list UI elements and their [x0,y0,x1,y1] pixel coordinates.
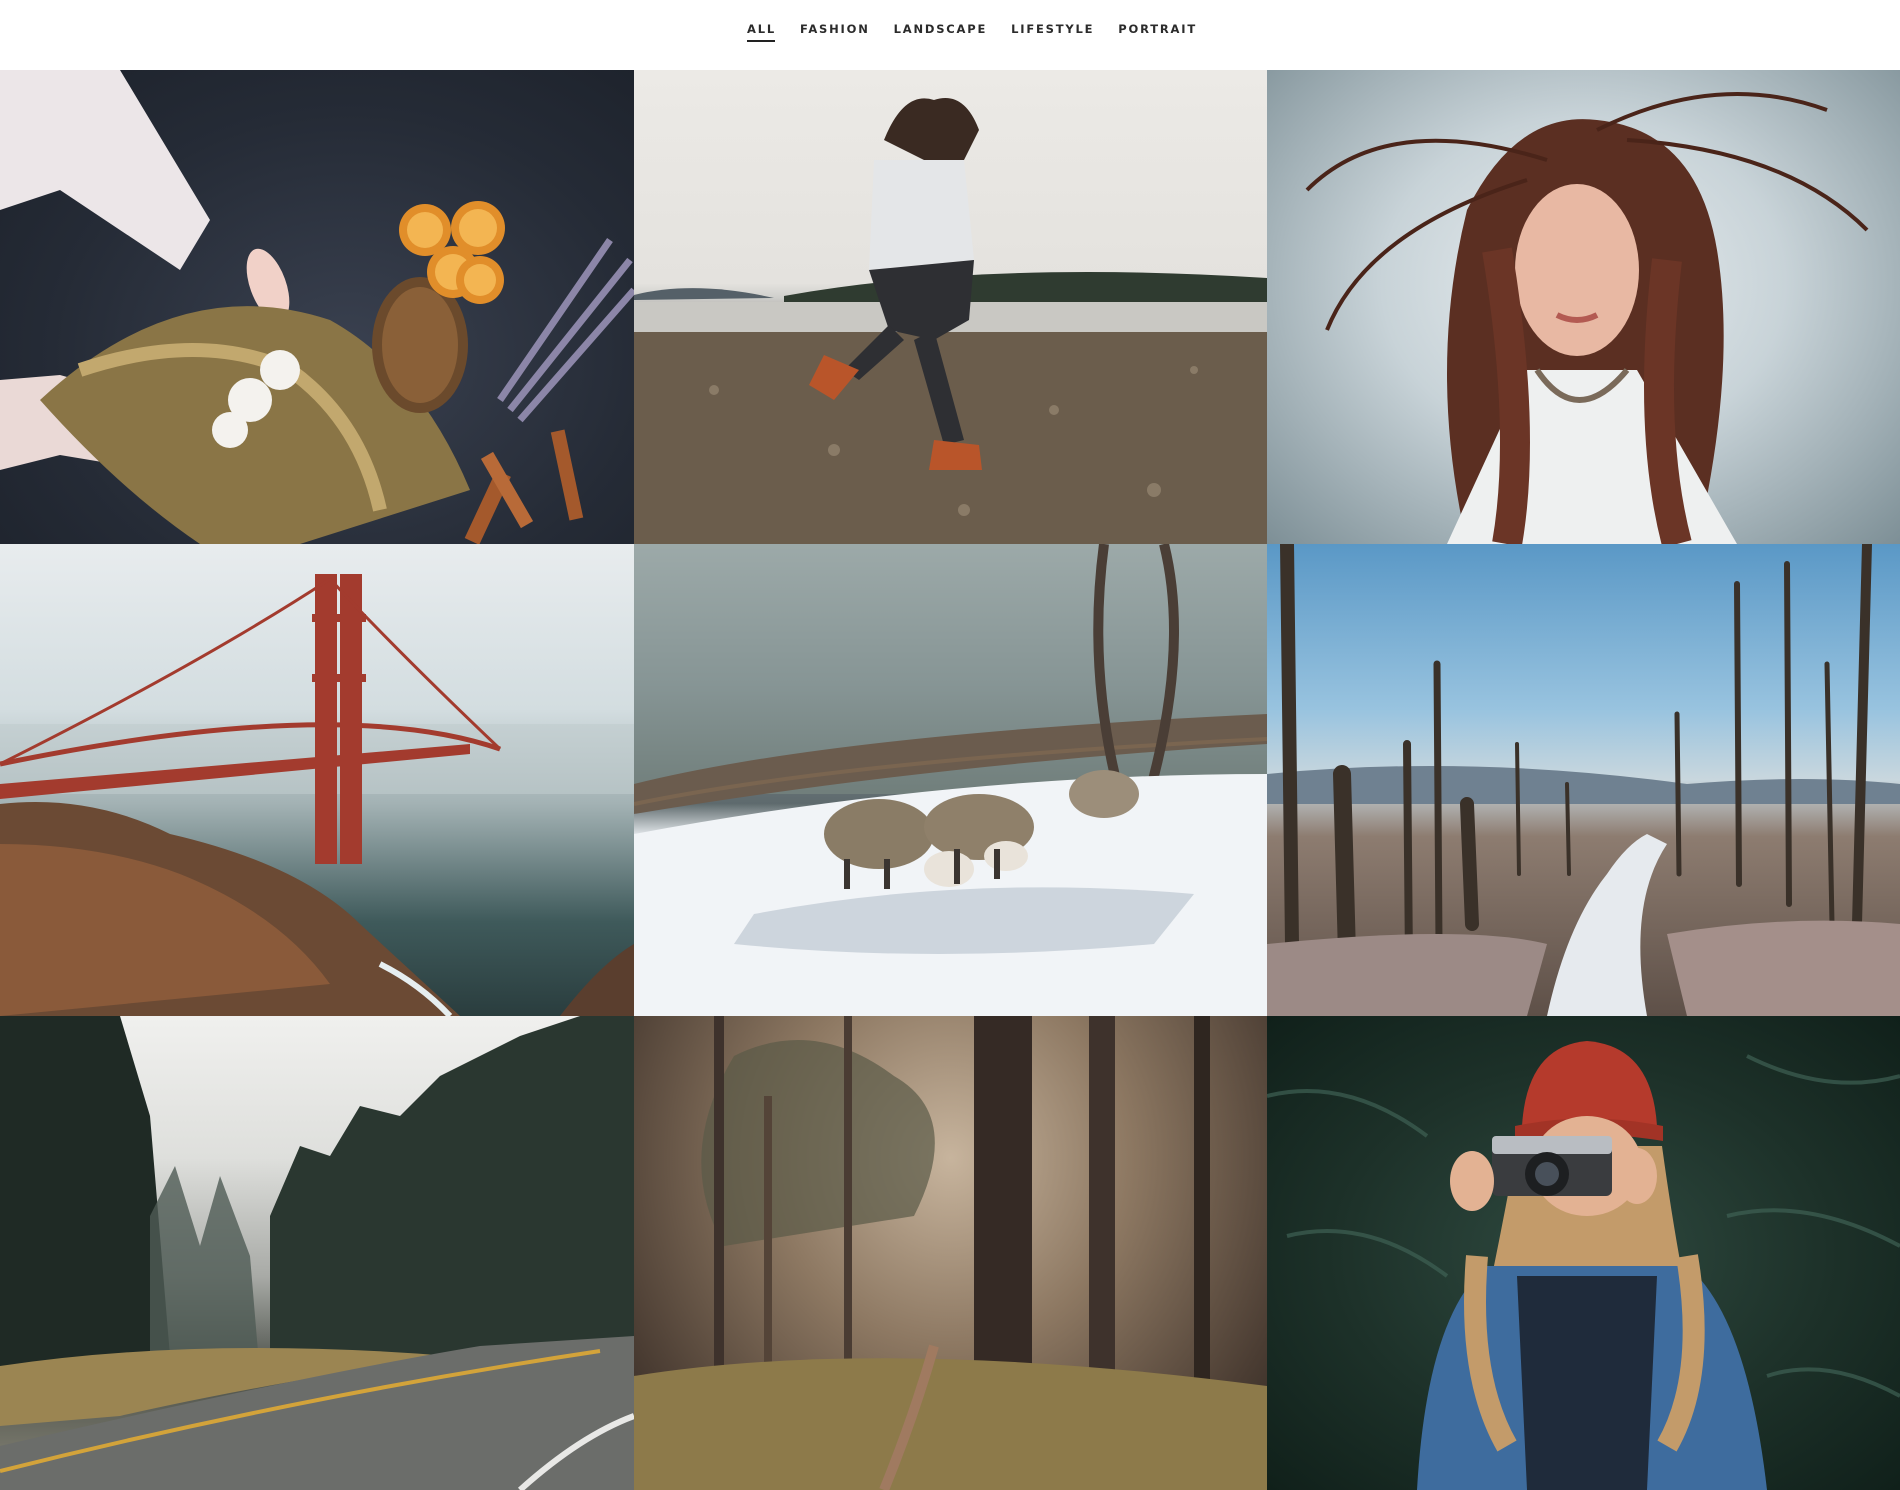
filter-landscape[interactable]: LANDSCAPE [894,22,988,42]
photo-foggy-trail[interactable] [634,1016,1267,1490]
photo-burned-forest[interactable] [1267,544,1900,1016]
filter-nav: ALL FASHION LANDSCAPE LIFESTYLE PORTRAIT [747,0,1197,42]
filter-all[interactable]: ALL [747,22,776,42]
photo-runner-beach[interactable] [634,70,1267,544]
filter-fashion[interactable]: FASHION [800,22,870,42]
photo-forest-road[interactable] [0,1016,634,1490]
photo-windblown-portrait[interactable] [1267,70,1900,544]
photo-golden-gate-bridge[interactable] [0,544,634,1016]
top-bar: ALL FASHION LANDSCAPE LIFESTYLE PORTRAIT [0,0,1900,70]
filter-portrait[interactable]: PORTRAIT [1118,22,1197,42]
photo-sheep-snow[interactable] [634,544,1267,1016]
photo-camera-woman[interactable] [1267,1016,1900,1490]
photo-herbs-flatlay[interactable] [0,70,634,544]
filter-lifestyle[interactable]: LIFESTYLE [1011,22,1094,42]
photo-grid [0,70,1900,1490]
